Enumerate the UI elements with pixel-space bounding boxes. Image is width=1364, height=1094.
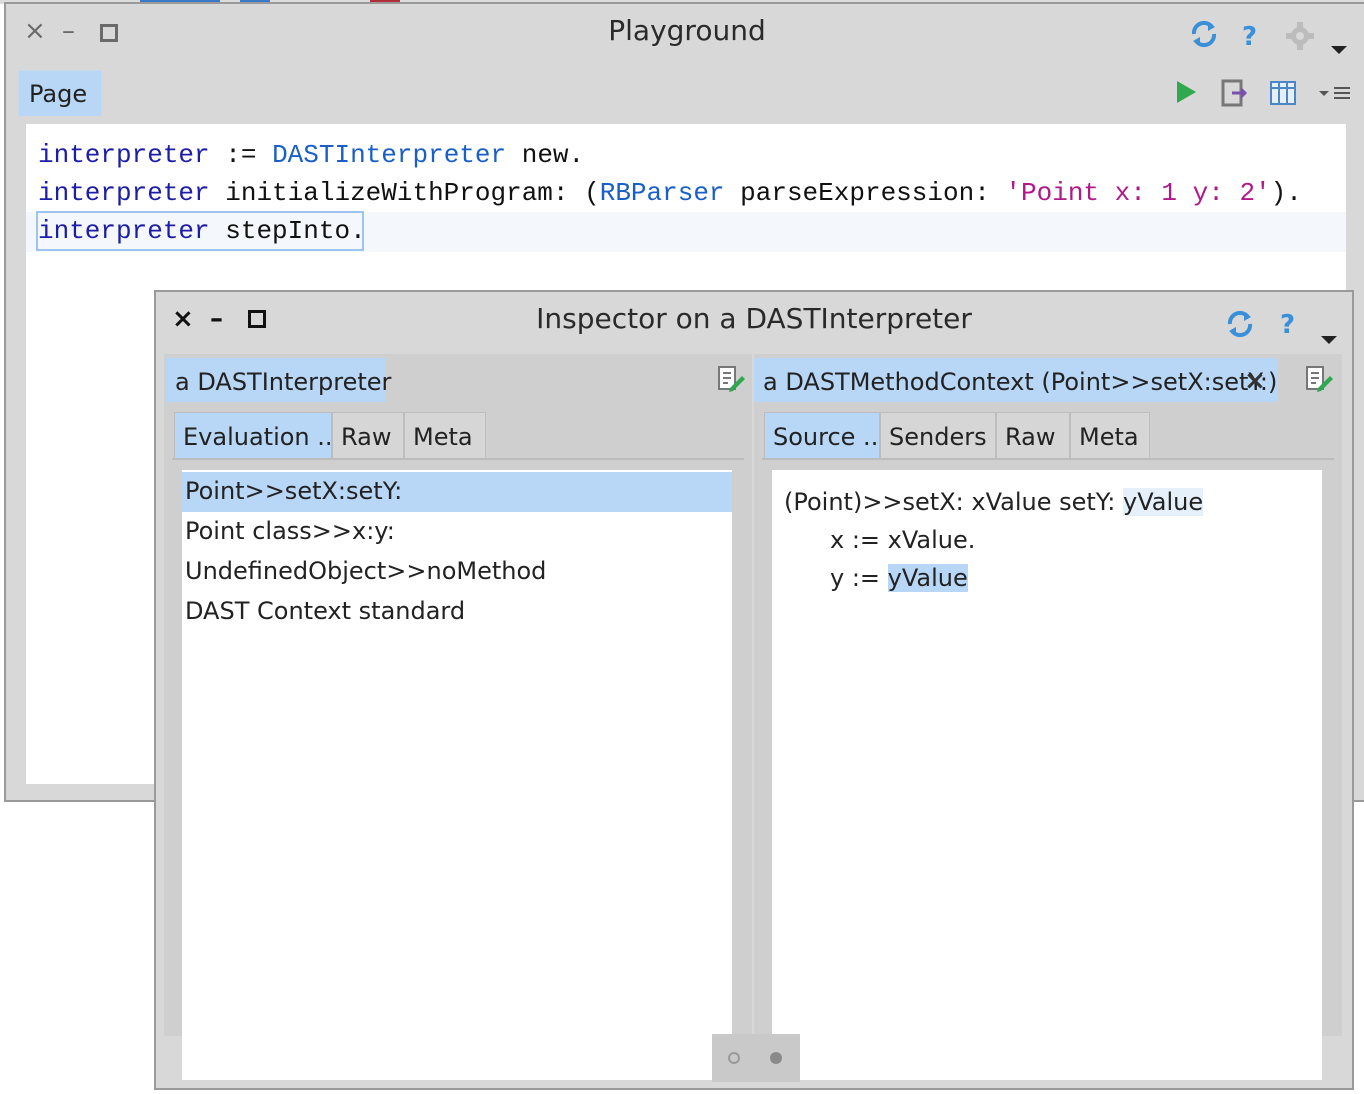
- help-icon[interactable]: ?: [1242, 22, 1257, 52]
- list-item[interactable]: DAST Context standard: [182, 592, 732, 632]
- tab-raw[interactable]: Raw: [996, 412, 1070, 458]
- close-icon[interactable]: ×: [1244, 366, 1266, 396]
- gear-icon[interactable]: [1284, 20, 1316, 59]
- refresh-icon[interactable]: [1188, 18, 1220, 57]
- more-menu-icon[interactable]: [1318, 84, 1352, 107]
- bindings-icon[interactable]: [1268, 78, 1298, 113]
- help-icon[interactable]: ?: [1280, 310, 1295, 340]
- pane-pager: [712, 1034, 800, 1082]
- playground-titlebar[interactable]: × – Playground ?: [6, 4, 1364, 62]
- code-end: ).: [1270, 178, 1302, 208]
- publish-icon[interactable]: [1220, 78, 1250, 113]
- highlighted-text: yValue: [1122, 488, 1204, 516]
- tab-meta[interactable]: Meta: [1070, 412, 1150, 458]
- list-item[interactable]: Point>>setX:setY:: [182, 472, 732, 512]
- tab-meta[interactable]: Meta: [404, 412, 486, 458]
- tab-page[interactable]: Page: [18, 70, 102, 116]
- tab-raw[interactable]: Raw: [332, 412, 404, 458]
- list-item[interactable]: Point class>>x:y:: [182, 512, 732, 552]
- pager-dot-active[interactable]: [770, 1052, 782, 1064]
- window-title: Playground: [608, 14, 766, 47]
- tab-evaluation[interactable]: Evaluation ...: [174, 412, 340, 458]
- source-line-3: y := yValue: [830, 564, 968, 592]
- source-text: (Point)>>setX: xValue setY:: [784, 488, 1123, 516]
- tab-dastinterpreter[interactable]: a DASTInterpreter: [166, 358, 391, 402]
- chevron-down-icon[interactable]: [1320, 320, 1338, 353]
- tab-senders[interactable]: Senders: [880, 412, 996, 458]
- right-pane-header: a DASTMethodContext (Point>>setX:setY:) …: [754, 354, 1342, 402]
- tab-dastmethodcontext[interactable]: a DASTMethodContext (Point>>setX:setY:) …: [754, 358, 1278, 402]
- highlighted-text: yValue: [887, 564, 968, 592]
- play-icon[interactable]: [1172, 78, 1200, 111]
- context-list[interactable]: Point>>setX:setY: Point class>>x:y: Unde…: [182, 470, 732, 1080]
- code-msg: initializeWithProgram: (: [209, 178, 600, 208]
- code-rest: new.: [506, 140, 585, 170]
- code-op: :=: [209, 140, 273, 170]
- window-title: Inspector on a DASTInterpreter: [536, 302, 972, 335]
- code-var: interpreter: [38, 178, 210, 208]
- source-line-2: x := xValue.: [830, 526, 976, 554]
- inspector-titlebar[interactable]: × – Inspector on a DASTInterpreter ?: [156, 292, 1352, 350]
- code-class: RBParser: [599, 178, 725, 208]
- source-viewer[interactable]: (Point)>>setX: xValue setY: yValue x := …: [772, 470, 1322, 1080]
- edit-icon[interactable]: [716, 364, 746, 399]
- code-string: 'Point x: 1 y: 2': [1005, 178, 1271, 208]
- source-text: y :=: [830, 564, 888, 592]
- code-class: DASTInterpreter: [272, 140, 507, 170]
- pager-dot-inactive[interactable]: [728, 1052, 740, 1064]
- chevron-down-icon[interactable]: [1330, 30, 1348, 63]
- right-pane: a DASTMethodContext (Point>>setX:setY:) …: [754, 354, 1342, 1080]
- left-pane: a DASTInterpreter Evaluation ... Raw Met…: [164, 354, 752, 1080]
- refresh-icon[interactable]: [1224, 308, 1256, 347]
- left-subtabs: Evaluation ... Raw Meta: [172, 412, 744, 460]
- code-var: interpreter: [38, 216, 210, 246]
- tab-label: a DASTMethodContext (Point>>setX:setY:): [763, 368, 1278, 396]
- right-subtabs: Source ... Senders Raw Meta: [762, 412, 1334, 460]
- inspector-window: × – Inspector on a DASTInterpreter ? a D…: [154, 290, 1354, 1090]
- code-line-1: interpreter := DASTInterpreter new.: [38, 140, 584, 170]
- edit-icon[interactable]: [1304, 364, 1334, 399]
- source-line-1: (Point)>>setX: xValue setY: yValue: [784, 488, 1204, 516]
- code-rest: stepInto.: [209, 216, 366, 246]
- code-line-2: interpreter initializeWithProgram: (RBPa…: [38, 178, 1302, 208]
- list-item[interactable]: UndefinedObject>>noMethod: [182, 552, 732, 592]
- code-msg2: parseExpression:: [724, 178, 1006, 208]
- tab-source[interactable]: Source ...: [764, 412, 886, 458]
- code-line-3: interpreter stepInto.: [38, 216, 366, 246]
- code-var: interpreter: [38, 140, 210, 170]
- left-pane-header: a DASTInterpreter: [164, 354, 752, 402]
